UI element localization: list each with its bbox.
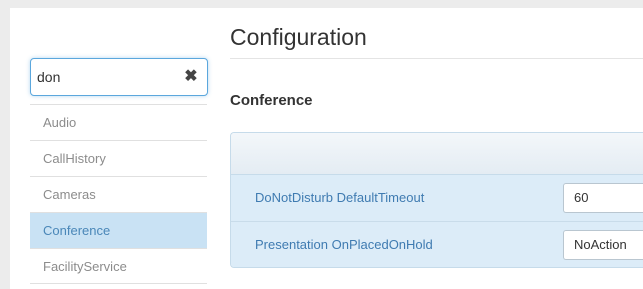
sidebar-item-conference[interactable]: Conference <box>30 212 207 248</box>
search-box: ✖ <box>30 58 208 96</box>
sidebar-item-facilityservice[interactable]: FacilityService <box>30 248 207 284</box>
setting-row: DoNotDisturb DefaultTimeout 60 <box>231 175 643 221</box>
title-divider <box>230 58 643 59</box>
panel-header <box>231 133 643 175</box>
setting-value-donotdisturb-input[interactable]: 60 <box>563 183 643 213</box>
search-input[interactable] <box>37 66 177 88</box>
sidebar-nav: Audio CallHistory Cameras Conference Fac… <box>30 104 207 284</box>
main-content: Configuration Conference DoNotDisturb De… <box>230 8 643 289</box>
page-title: Configuration <box>230 24 367 50</box>
settings-panel: DoNotDisturb DefaultTimeout 60 Presentat… <box>230 132 643 268</box>
sidebar: ✖ Audio CallHistory Cameras Conference F… <box>10 8 214 289</box>
app-frame: ✖ Audio CallHistory Cameras Conference F… <box>10 8 643 289</box>
setting-value-presentation-select[interactable]: NoAction <box>563 230 643 260</box>
setting-row: Presentation OnPlacedOnHold NoAction <box>231 221 643 267</box>
setting-label-presentation: Presentation OnPlacedOnHold <box>255 237 433 252</box>
sidebar-item-cameras[interactable]: Cameras <box>30 176 207 212</box>
close-icon[interactable]: ✖ <box>183 67 199 87</box>
sidebar-item-callhistory[interactable]: CallHistory <box>30 140 207 176</box>
section-title: Conference <box>230 92 313 109</box>
setting-label-donotdisturb: DoNotDisturb DefaultTimeout <box>255 190 425 205</box>
sidebar-item-audio[interactable]: Audio <box>30 104 207 140</box>
